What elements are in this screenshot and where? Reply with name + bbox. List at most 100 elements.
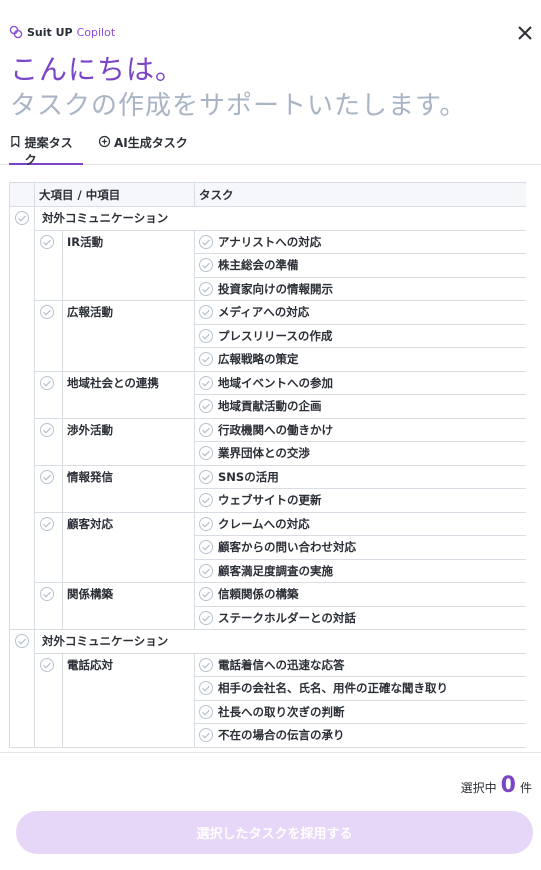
task-cell[interactable]: クレームへの対応	[194, 511, 526, 536]
tab-ai-generated-tasks[interactable]: AI生成タスク	[98, 134, 188, 165]
task-item: 行政機関への働きかけ	[195, 419, 526, 441]
group-label: 地域社会との連携	[67, 375, 159, 390]
group-cell: 情報発信	[62, 464, 195, 513]
task-item: 社長への取り次ぎの判断	[195, 701, 526, 723]
task-cell[interactable]: 顧客満足度調査の実施	[194, 558, 526, 583]
category-checkbox[interactable]	[15, 634, 29, 648]
task-cell[interactable]: 相手の会社名、氏名、用件の正確な聞き取り	[194, 676, 526, 701]
task-item: ウェブサイトの更新	[195, 489, 526, 511]
category-label: 対外コミュニケーション	[42, 211, 169, 225]
group-cell: 電話応対	[62, 652, 195, 748]
task-label: 顧客満足度調査の実施	[218, 563, 333, 578]
group-check-wrap	[35, 372, 62, 394]
task-item: SNSの活用	[195, 466, 526, 488]
group-checkbox[interactable]	[40, 422, 54, 437]
task-cell[interactable]: 不在の場合の伝言の承り	[194, 723, 526, 748]
group-check-wrap	[35, 583, 62, 605]
tab-suggested-tasks[interactable]: 提案タスク	[9, 134, 83, 167]
group-checkbox[interactable]	[40, 516, 54, 531]
task-item: 広報戦略の策定	[195, 348, 526, 370]
task-cell[interactable]: 地域貢献活動の企画	[194, 394, 526, 419]
task-checkbox[interactable]	[199, 422, 213, 437]
task-cell[interactable]: 電話着信への迅速な応答	[194, 652, 526, 677]
task-checkbox[interactable]	[199, 258, 213, 272]
ai-sparkle-icon	[98, 135, 111, 148]
task-checkbox[interactable]	[199, 352, 213, 366]
table-row: 顧客対応 クレームへの対応	[10, 511, 526, 583]
group-checkbox[interactable]	[40, 305, 54, 319]
task-checkbox[interactable]	[199, 493, 213, 507]
category-check-cell	[9, 206, 35, 630]
task-checkbox[interactable]	[199, 469, 213, 484]
task-item: アナリストへの対応	[195, 231, 526, 253]
task-cell[interactable]: 顧客からの問い合わせ対応	[194, 535, 526, 560]
group-cell: 渉外活動	[62, 417, 195, 466]
task-cell[interactable]: 業界団体との交渉	[194, 441, 526, 466]
task-checkbox[interactable]	[199, 375, 213, 390]
task-cell[interactable]: SNSの活用	[194, 464, 526, 489]
group-check-cell	[34, 652, 63, 748]
task-checkbox[interactable]	[199, 587, 213, 601]
task-item: 不在の場合の伝言の承り	[195, 724, 526, 746]
group-checkbox[interactable]	[40, 587, 54, 601]
group-check-cell	[34, 229, 63, 301]
task-checkbox[interactable]	[199, 446, 213, 460]
brand: Suit UP Copilot	[9, 25, 115, 39]
group-cell: 地域社会との連携	[62, 370, 195, 419]
table-row: 情報発信 SNSの活用	[10, 464, 526, 513]
task-cell[interactable]: ステークホルダーとの対話	[194, 605, 526, 630]
close-icon[interactable]	[514, 22, 536, 44]
task-checkbox[interactable]	[199, 657, 213, 672]
task-item: 株主総会の準備	[195, 254, 526, 276]
task-label: プレスリリースの作成	[218, 328, 333, 343]
group-cell: 広報活動	[62, 300, 195, 372]
task-checkbox[interactable]	[199, 516, 213, 531]
task-cell[interactable]: 地域イベントへの参加	[194, 370, 526, 395]
suitup-logo-icon	[9, 25, 23, 39]
group-check-cell	[34, 464, 63, 513]
task-cell[interactable]: 信頼関係の構築	[194, 582, 526, 607]
task-checkbox[interactable]	[199, 305, 213, 319]
task-label: 信頼関係の構築	[218, 587, 299, 601]
task-checkbox[interactable]	[199, 610, 213, 625]
group-check-wrap	[35, 654, 62, 676]
footer: 選択中 0 件 選択したタスクを採用する	[0, 752, 541, 870]
task-checkbox[interactable]	[199, 281, 213, 296]
task-item: 地域貢献活動の企画	[195, 395, 526, 417]
task-cell[interactable]: アナリストへの対応	[194, 229, 526, 254]
task-cell[interactable]: メディアへの対応	[194, 300, 526, 325]
task-cell[interactable]: 投資家向けの情報開示	[194, 276, 526, 301]
task-checkbox[interactable]	[199, 328, 213, 343]
group-label: 顧客対応	[67, 516, 113, 531]
task-cell[interactable]: 広報戦略の策定	[194, 347, 526, 372]
task-checkbox[interactable]	[199, 728, 213, 742]
adopt-tasks-button[interactable]: 選択したタスクを採用する	[16, 811, 533, 854]
task-label: 行政機関への働きかけ	[218, 422, 333, 437]
task-cell[interactable]: 行政機関への働きかけ	[194, 417, 526, 442]
group-checkbox[interactable]	[40, 469, 54, 484]
table-row: 広報活動 メディアへの対応	[10, 300, 526, 372]
task-table-container[interactable]: 大項目 / 中項目 タスク 対外コミュニケーション IR活動 アナリストへの対応 株主…	[9, 182, 526, 752]
group-checkbox[interactable]	[40, 657, 54, 672]
task-label: 社長への取り次ぎの判断	[218, 704, 345, 719]
task-cell[interactable]: ウェブサイトの更新	[194, 488, 526, 513]
group-checkbox[interactable]	[40, 234, 54, 249]
task-checkbox[interactable]	[199, 540, 213, 554]
task-cell[interactable]: 株主総会の準備	[194, 253, 526, 278]
task-checkbox[interactable]	[199, 399, 213, 413]
selection-count: 選択中 0 件	[461, 773, 532, 798]
category-check-wrap	[10, 207, 34, 229]
task-checkbox[interactable]	[199, 681, 213, 695]
task-checkbox[interactable]	[199, 234, 213, 249]
task-checkbox[interactable]	[199, 563, 213, 578]
group-label: 情報発信	[67, 469, 113, 484]
task-label: ステークホルダーとの対話	[218, 610, 356, 625]
task-cell[interactable]: 社長への取り次ぎの判断	[194, 699, 526, 724]
task-item: 投資家向けの情報開示	[195, 278, 526, 300]
category-checkbox[interactable]	[15, 211, 29, 225]
task-checkbox[interactable]	[199, 704, 213, 719]
group-label: 広報活動	[67, 305, 113, 319]
category-row: 対外コミュニケーション	[9, 629, 526, 748]
task-cell[interactable]: プレスリリースの作成	[194, 323, 526, 348]
group-checkbox[interactable]	[40, 375, 54, 390]
